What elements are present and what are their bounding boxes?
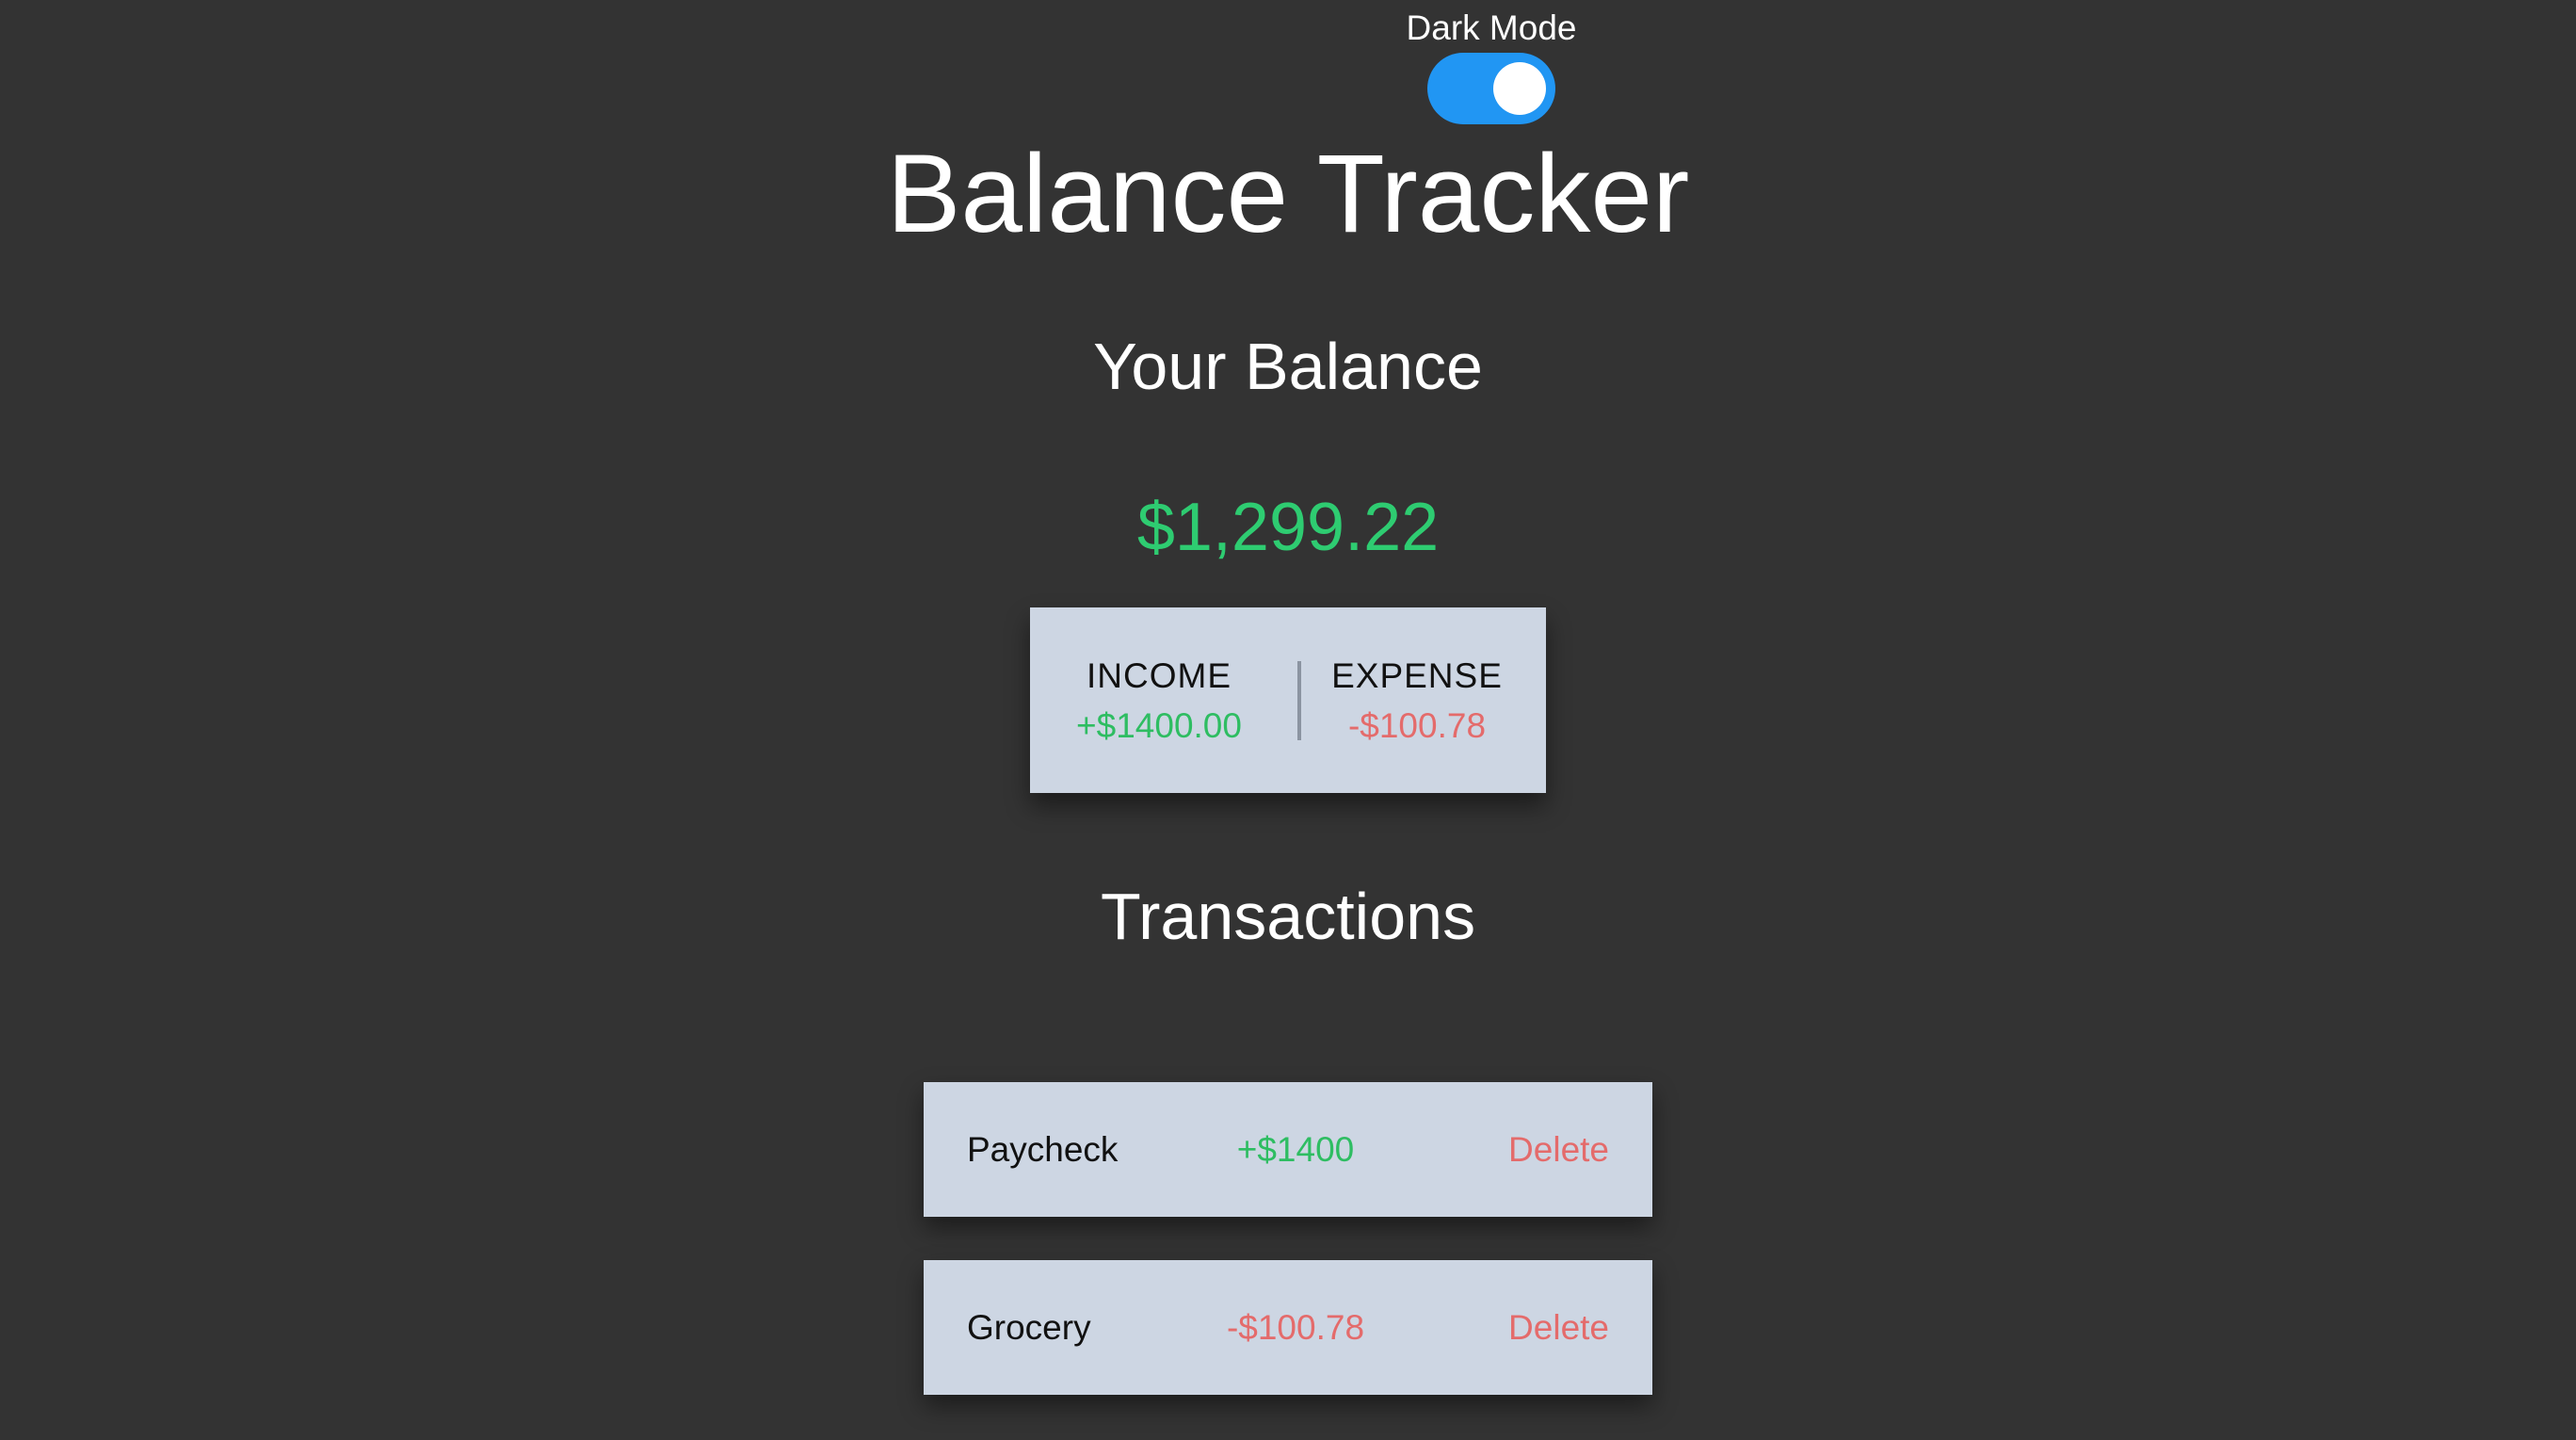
expense-section: EXPENSE -$100.78	[1288, 653, 1546, 752]
transaction-amount: -$100.78	[1226, 1308, 1365, 1347]
expense-value: -$100.78	[1347, 706, 1487, 745]
delete-button[interactable]: Delete	[1508, 1126, 1609, 1173]
expense-label: EXPENSE	[1331, 656, 1503, 695]
delete-button[interactable]: Delete	[1508, 1304, 1609, 1351]
transaction-amount: +$1400	[1236, 1130, 1355, 1169]
transactions-title: Transactions	[1100, 880, 1476, 953]
income-section: INCOME +$1400.00	[1030, 653, 1288, 752]
income-expense-card: INCOME +$1400.00 EXPENSE -$100.78	[1030, 607, 1546, 793]
balance-label: Your Balance	[1093, 330, 1483, 403]
dark-mode-toggle[interactable]	[1427, 53, 1555, 124]
toggle-knob	[1493, 62, 1546, 115]
income-value: +$1400.00	[1076, 706, 1242, 745]
transaction-row: Grocery -$100.78 Delete	[924, 1260, 1652, 1395]
dark-mode-label: Dark Mode	[1406, 8, 1577, 47]
summary-divider	[1297, 661, 1301, 740]
transaction-row: Paycheck +$1400 Delete	[924, 1082, 1652, 1217]
transaction-name: Grocery	[967, 1308, 1091, 1347]
page-title: Balance Tracker	[886, 132, 1690, 256]
balance-value: $1,299.22	[1136, 490, 1440, 565]
transaction-name: Paycheck	[967, 1130, 1119, 1169]
income-label: INCOME	[1087, 656, 1232, 695]
